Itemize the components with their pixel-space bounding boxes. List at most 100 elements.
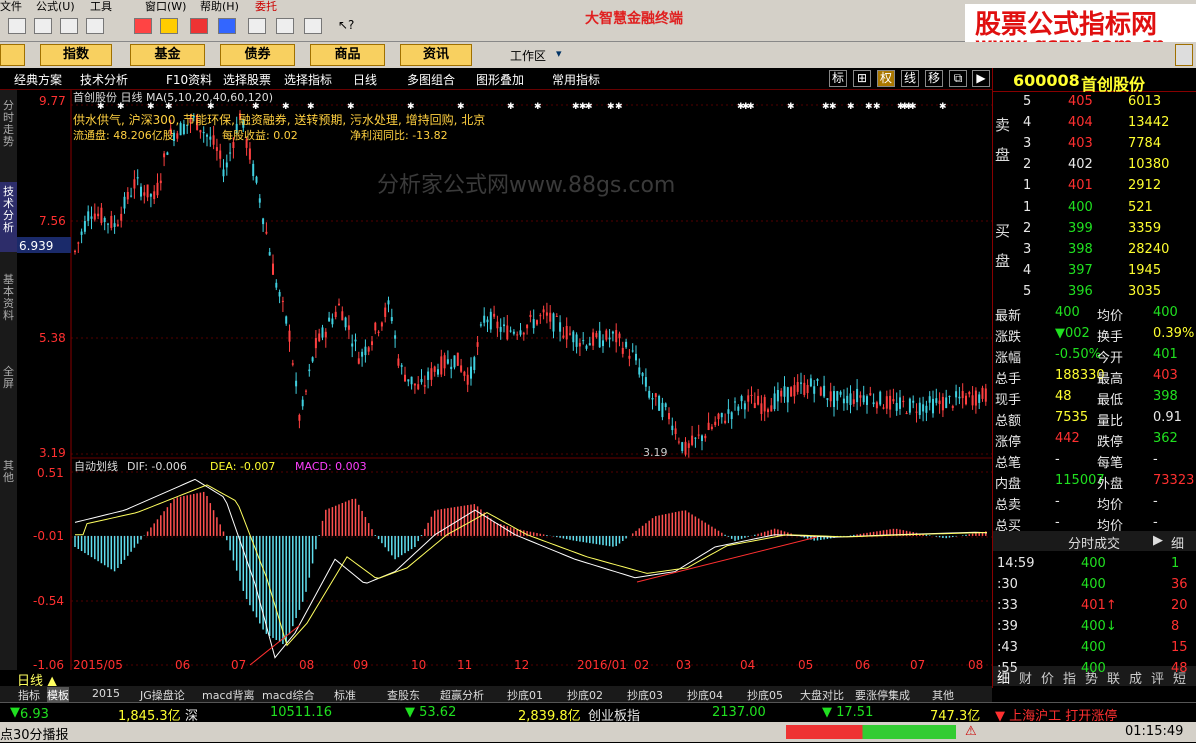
select-stock-menu[interactable]: 选择股票: [223, 71, 271, 88]
menu-window[interactable]: 窗口(W): [145, 0, 186, 12]
nav-commodity-button[interactable]: 商品: [310, 44, 385, 66]
help-cursor-icon[interactable]: ↖?: [338, 18, 356, 34]
stat-row: 总额 7535 量比 0.91: [993, 408, 1196, 429]
menu-tools[interactable]: 工具: [90, 0, 112, 12]
menu-help[interactable]: 帮助(H): [200, 0, 239, 12]
toolbar-icon[interactable]: [86, 18, 104, 34]
toolbar-icon[interactable]: [276, 18, 294, 34]
ticks-toggle-icon[interactable]: ▶: [1153, 533, 1163, 548]
candle-body: [413, 383, 416, 386]
indicator-tab[interactable]: 要涨停集成: [855, 687, 910, 703]
overlay-menu[interactable]: 图形叠加: [476, 71, 524, 88]
macd-axis-label: -0.01: [33, 529, 64, 543]
stat-label: 涨幅: [995, 351, 1022, 366]
indicator-tab[interactable]: 2015: [92, 687, 120, 700]
entrust-button[interactable]: 委托: [255, 0, 277, 12]
toolbar-icon[interactable]: [134, 18, 152, 34]
candle-body: [506, 325, 509, 340]
candle-body: [133, 179, 136, 189]
menu-formula[interactable]: 公式(U): [36, 0, 75, 12]
toolbar-icon[interactable]: [60, 18, 78, 34]
stat-label: 涨跌: [995, 330, 1022, 345]
tab-fundamentals[interactable]: 基本资料: [0, 270, 17, 340]
alert-icon[interactable]: ⚠: [965, 724, 977, 739]
nav-index-button[interactable]: 指数: [40, 44, 112, 66]
toolbar-icon[interactable]: [190, 18, 208, 34]
dropdown-icon[interactable]: ▾: [556, 47, 562, 60]
indicator-tab[interactable]: 模板: [47, 687, 69, 703]
tab-tech-analysis[interactable]: 技术分析: [0, 182, 17, 252]
indicator-tab[interactable]: 抄底03: [627, 687, 663, 703]
low-annotation: 3.19: [643, 446, 668, 459]
toolbar-icon[interactable]: [8, 18, 26, 34]
tab-fullscreen[interactable]: 全屏: [0, 362, 17, 402]
ticks-header: 分时成交 ▶ 细: [993, 531, 1196, 552]
indicator-tab[interactable]: 查股东: [387, 687, 420, 703]
tab-intraday[interactable]: 分时走势: [0, 96, 17, 166]
nav-news-button[interactable]: 资讯: [400, 44, 472, 66]
indicator-tab[interactable]: 抄底04: [687, 687, 723, 703]
candle-body: [410, 376, 413, 385]
tab-other[interactable]: 其他: [0, 456, 17, 496]
line-button[interactable]: 线: [901, 70, 919, 87]
workzone-label[interactable]: 工作区: [510, 47, 546, 64]
toolbar-icon[interactable]: [304, 18, 322, 34]
nav-fund-button[interactable]: 基金: [130, 44, 205, 66]
indicator-tab[interactable]: macd综合: [262, 687, 315, 703]
expand-button[interactable]: ▶: [972, 70, 990, 87]
ticks-detail-button[interactable]: 细: [1171, 533, 1184, 552]
rights-button[interactable]: 权: [877, 70, 895, 87]
candle-body: [948, 395, 951, 398]
nav-scroll-button[interactable]: [1175, 44, 1193, 66]
indicator-tab[interactable]: 大盘对比: [800, 687, 844, 703]
kline-chart[interactable]: ✱ ✱ ✱ ✱ ✱ ✱ ✱ ✱ ✱ ✱ ✱ ✱ ✱ ✱ ✱✱ ✱ ✱ ✱✱✱ ✱ ✱ ✱ ✱ ✱ ✱ ✱✱✱✱ ✱ 首创股份 日线…: [17, 90, 992, 670]
stat-value: 400: [1153, 305, 1178, 320]
candle-body: [862, 395, 865, 403]
f10-menu[interactable]: F10资料: [166, 71, 212, 88]
move-button[interactable]: 移: [925, 70, 943, 87]
window-button[interactable]: ⧉: [949, 70, 967, 87]
multi-chart-menu[interactable]: 多图组合: [407, 71, 455, 88]
indicator-tab[interactable]: macd背离: [202, 687, 255, 703]
bid-level: 3: [1023, 242, 1032, 257]
indicator-tab[interactable]: 标准: [334, 687, 356, 703]
nav-collapse-button[interactable]: [0, 44, 25, 66]
indicator-tab[interactable]: 其他: [932, 687, 954, 703]
period-menu[interactable]: 日线: [353, 71, 377, 88]
candle-body: [846, 395, 849, 404]
candle-body: [394, 335, 397, 339]
candle-body: [872, 402, 875, 405]
tick-time: :55: [997, 661, 1018, 676]
toolbar-icon[interactable]: [218, 18, 236, 34]
toolbar-icon[interactable]: [34, 18, 52, 34]
indicator-tab[interactable]: 抄底01: [507, 687, 543, 703]
menu-file[interactable]: 文件: [0, 0, 22, 12]
candle-body: [644, 377, 647, 387]
candle-body: [212, 135, 215, 145]
toolbar-icon[interactable]: [160, 18, 178, 34]
candle-body: [493, 313, 496, 317]
select-indicator-menu[interactable]: 选择指标: [284, 71, 332, 88]
candle-body: [146, 184, 149, 198]
grid-button[interactable]: ⊞: [853, 70, 871, 87]
candle-body: [615, 330, 618, 343]
indicator-tab[interactable]: 抄底02: [567, 687, 603, 703]
tick-time: :33: [997, 598, 1018, 613]
mark-button[interactable]: 标: [829, 70, 847, 87]
indicator-tab[interactable]: 指标: [18, 687, 40, 703]
candle-body: [965, 395, 967, 405]
tech-analysis-menu[interactable]: 技术分析: [80, 71, 128, 88]
tick-volume: 20: [1171, 598, 1188, 613]
candle-body: [344, 317, 347, 328]
bid-level: 5: [1023, 284, 1032, 299]
classic-scheme-menu[interactable]: 经典方案: [14, 71, 62, 88]
indicator-tab[interactable]: JG操盘论: [140, 687, 185, 703]
indicator-tab[interactable]: 抄底05: [747, 687, 783, 703]
indicator-tab[interactable]: 超赢分析: [440, 687, 484, 703]
candle-body: [539, 315, 542, 317]
common-indicator-menu[interactable]: 常用指标: [552, 71, 600, 88]
period-label[interactable]: 日线 ▲: [17, 670, 72, 689]
nav-bond-button[interactable]: 债券: [220, 44, 295, 66]
bid-volume: 3035: [1128, 284, 1162, 299]
toolbar-icon[interactable]: [248, 18, 266, 34]
